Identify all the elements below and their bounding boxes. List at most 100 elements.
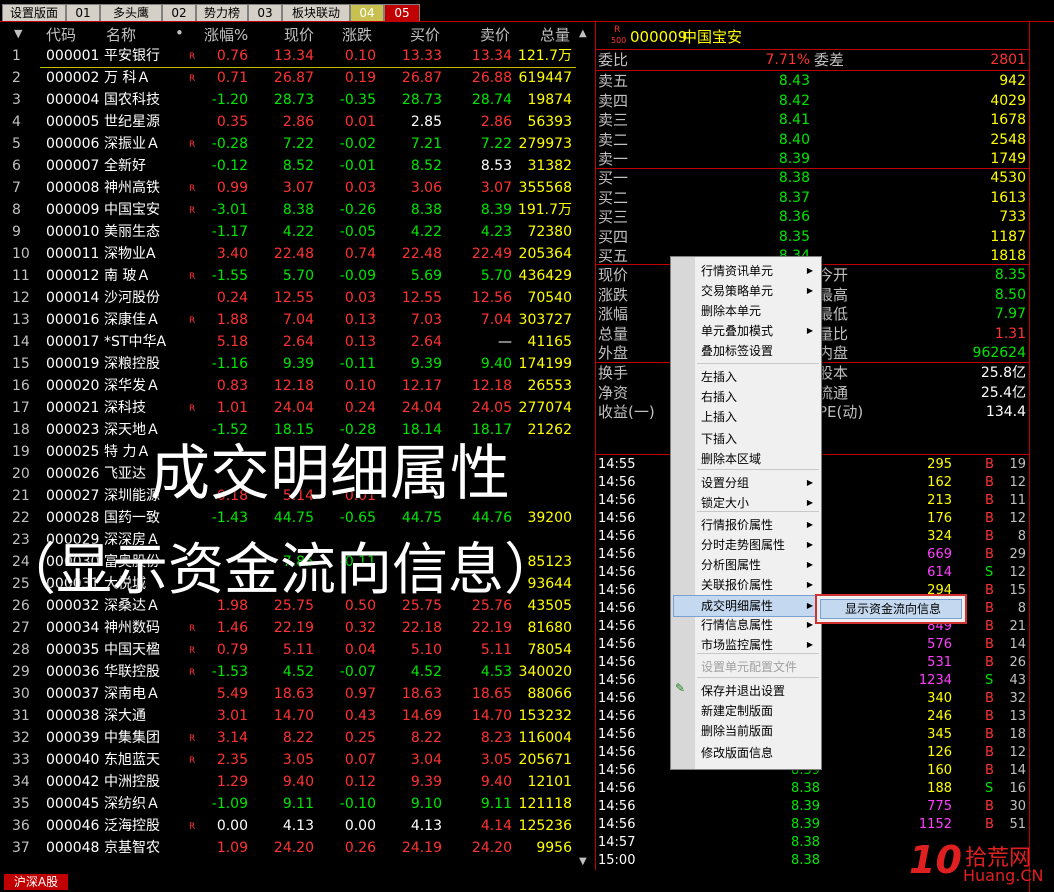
menu-item-14[interactable]: 分析图属性 [701,555,761,575]
table-row[interactable]: 15 000019 深粮控股 -1.16 9.39 -0.11 9.39 9.40 174199 [0,354,576,376]
menu-item-7[interactable]: 上插入 [701,407,737,427]
menu-item-5[interactable]: 左插入 [701,367,737,387]
table-row[interactable]: 29 000036 华联控股 R -1.53 4.52 -0.07 4.52 4.53 34002… [0,662,576,684]
table-row[interactable]: 7 000008 神州高铁 R 0.99 3.07 0.03 3.06 3.07 355568 [0,178,576,200]
header-pct[interactable]: 涨幅% [204,24,248,44]
table-row[interactable]: 37 000048 京基智农 1.09 24.20 0.26 24.19 24.20 9956 [0,838,576,860]
submenu-fund-flow[interactable]: 显示资金流向信息 [815,594,967,624]
row-code: 000014 [46,290,100,306]
row-index: 11 [12,268,30,284]
submenu-item-fund-flow[interactable]: 显示资金流向信息 [845,600,941,617]
row-price: 2.64 [282,334,314,350]
tab-3[interactable]: 02 [162,4,196,22]
table-row[interactable]: 8 000009 中国宝安 R -3.01 8.38 -0.26 8.38 8.39 191.7万 [0,200,576,222]
row-vol [512,442,572,463]
table-row[interactable]: 3 000004 国农科技 -1.20 28.73 -0.35 28.73 28.74 1987… [0,90,576,112]
tab-4[interactable]: 势力榜 [196,4,248,22]
scroll-up-icon[interactable]: ▲ [579,28,587,39]
row-chg: -0.07 [339,664,376,680]
menu-item-9[interactable]: 删除本区域 [701,449,761,469]
header-chg[interactable]: 涨跌 [342,24,372,44]
table-row[interactable]: 32 000039 中集集团 R 3.14 8.22 0.25 8.22 8.23 116004 [0,728,576,750]
tab-5[interactable]: 03 [248,4,282,22]
menu-item-21[interactable]: 新建定制版面 [701,701,773,721]
row-index: 9 [12,224,21,240]
table-row[interactable]: 28 000035 中国天楹 R 0.79 5.11 0.04 5.10 5.11 78054 [0,640,576,662]
header-ask[interactable]: 卖价 [480,24,510,44]
menu-item-0[interactable]: 行情资讯单元 [701,261,773,281]
row-index: 13 [12,312,30,328]
table-row[interactable]: 2 000002 万 科Ａ R 0.71 26.87 0.19 26.87 26.88 61944… [0,68,576,90]
menu-item-12[interactable]: 行情报价属性 [701,515,773,535]
row-pct: 1.29 [216,774,248,790]
table-row[interactable]: 30 000037 深南电Ａ 5.49 18.63 0.97 18.63 18.65 88066 [0,684,576,706]
menu-item-18[interactable]: 市场监控属性 [701,635,773,655]
table-row[interactable]: 13 000016 深康佳Ａ R 1.88 7.04 0.13 7.03 7.04 303727 [0,310,576,332]
row-index: 4 [12,114,21,130]
menu-item-11[interactable]: 锁定大小 [701,493,749,513]
menu-item-1[interactable]: 交易策略单元 [701,281,773,301]
scroll-down-icon[interactable]: ▼ [579,856,587,867]
row-name: 全新好 [104,158,146,174]
tab-7[interactable]: 04 [350,4,384,22]
row-pct: 0.83 [216,378,248,394]
table-row[interactable]: 33 000040 东旭蓝天 R 2.35 3.05 0.07 3.04 3.05 205671 [0,750,576,772]
row-code: 000005 [46,114,100,130]
table-row[interactable]: 11 000012 南 玻Ａ R -1.55 5.70 -0.09 5.69 5.70 43642… [0,266,576,288]
menu-item-17[interactable]: 行情信息属性 [701,615,773,635]
table-row[interactable]: 12 000014 沙河股份 0.24 12.55 0.03 12.55 12.56 70540 [0,288,576,310]
tab-6[interactable]: 板块联动 [282,4,350,22]
table-row[interactable]: 14 000017 *ST中华A 5.18 2.64 0.13 2.64 — 41165 [0,332,576,354]
header-name[interactable]: 名称 [106,24,136,44]
table-row[interactable]: 4 000005 世纪星源 0.35 2.86 0.01 2.85 2.86 56393 [0,112,576,134]
table-row[interactable]: 17 000021 深科技 R 1.01 24.04 0.24 24.04 24.05 27707… [0,398,576,420]
row-pct: 0.24 [216,290,248,306]
menu-item-2[interactable]: 删除本单元 [701,301,761,321]
header-price[interactable]: 现价 [284,24,314,44]
market-tab-shsz-a[interactable]: 沪深A股 [4,874,68,890]
menu-item-6[interactable]: 右插入 [701,387,737,407]
table-row[interactable]: 34 000042 中洲控股 1.29 9.40 0.12 9.39 9.40 12101 [0,772,576,794]
row-chg: 0.03 [344,180,376,196]
header-dot[interactable]: • [175,24,184,44]
header-bid[interactable]: 买价 [410,24,440,44]
menu-item-23[interactable]: 修改版面信息 [701,743,773,763]
submenu-arrow-icon: ▶ [806,266,813,275]
row-name: 深康佳Ａ [104,312,160,328]
row-ask: 8.53 [480,158,512,174]
menu-item-19[interactable]: 设置单元配置文件 [701,657,797,677]
table-row[interactable]: 1 000001 平安银行 R 0.76 13.34 0.10 13.33 13.34 121.7… [0,46,576,68]
menu-item-22[interactable]: 删除当前版面 [701,721,773,741]
table-row[interactable]: 36 000046 泛海控股 R 0.00 4.13 0.00 4.13 4.14 125236 [0,816,576,838]
tab-8[interactable]: 05 [384,4,420,22]
tick-volume: 213 [927,493,952,508]
header-code[interactable]: 代码 [46,24,76,44]
menu-item-10[interactable]: 设置分组 [701,473,749,493]
table-row[interactable]: 35 000045 深纺织Ａ -1.09 9.11 -0.10 9.10 9.11 121118 [0,794,576,816]
menu-item-20[interactable]: 保存并退出设置 [701,681,785,701]
table-row[interactable]: 6 000007 全新好 -0.12 8.52 -0.01 8.52 8.53 31382 [0,156,576,178]
tab-1[interactable]: 01 [66,4,100,22]
row-vol: 9956 [536,840,572,856]
tick-side: B [985,709,994,724]
menu-item-4[interactable]: 叠加标签设置 [701,341,773,361]
tick-count: 26 [1009,655,1026,670]
sort-icon[interactable]: ▼ [14,27,22,47]
table-row[interactable]: 16 000020 深华发Ａ 0.83 12.18 0.10 12.17 12.18 26553 [0,376,576,398]
menu-item-15[interactable]: 关联报价属性 [701,575,773,595]
tab-0[interactable]: 设置版面 [2,4,66,22]
tab-2[interactable]: 多头鹰 [100,4,162,22]
menu-item-8[interactable]: 下插入 [701,429,737,449]
table-row[interactable]: 27 000034 神州数码 R 1.46 22.19 0.32 22.18 22.19 8168… [0,618,576,640]
menu-item-3[interactable]: 单元叠加模式 [701,321,773,341]
menu-item-16[interactable]: 成交明细属性 [701,596,773,616]
table-row[interactable]: 5 000006 深振业Ａ R -0.28 7.22 -0.02 7.21 7.22 279973 [0,134,576,156]
table-row[interactable]: 10 000011 深物业A 3.40 22.48 0.74 22.48 22.49 20536… [0,244,576,266]
table-row[interactable]: 31 000038 深大通 3.01 14.70 0.43 14.69 14.70 153232 [0,706,576,728]
tick-count: 11 [1009,493,1026,508]
menu-item-13[interactable]: 分时走势图属性 [701,535,785,555]
list-scrollbar[interactable]: ▲ ▼ [577,24,593,870]
table-row[interactable]: 9 000010 美丽生态 -1.17 4.22 -0.05 4.22 4.23 72380 [0,222,576,244]
header-vol[interactable]: 总量 [540,24,570,44]
row-chg: 0.32 [344,620,376,636]
